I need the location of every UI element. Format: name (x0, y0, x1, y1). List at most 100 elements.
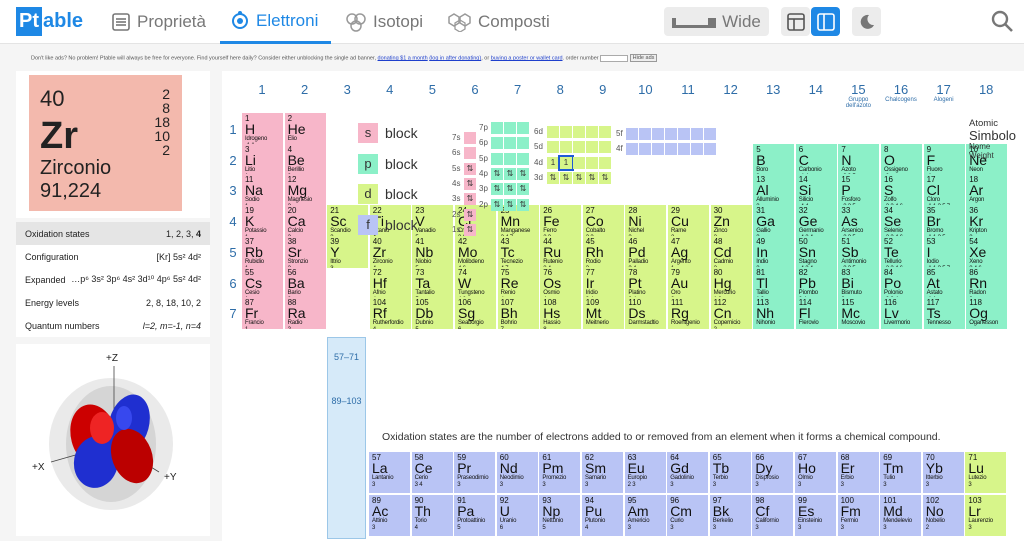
element-he[interactable]: 2 He Elio (284, 113, 326, 145)
element-xe[interactable]: 54XeXeno2 4 6 (966, 235, 1008, 268)
element-nd[interactable]: 60 Nd Neodimio 3 (496, 452, 538, 493)
element-fr[interactable]: 87FrFrancio1 (242, 297, 283, 330)
element-la[interactable]: 57 La Lantanio 3 (369, 452, 410, 493)
element-lv[interactable]: 116 Lv Livermorio (881, 297, 922, 330)
order-number-input[interactable] (600, 54, 629, 62)
element-hf[interactable]: 72HfAfnio4 (369, 266, 411, 299)
element-nh[interactable]: 113 Nh Nihonio (753, 297, 795, 330)
dark-mode-button[interactable] (852, 7, 881, 36)
element-ge[interactable]: 32GeGermanio-4 2 4 (795, 205, 837, 238)
element-k[interactable]: 19KPotassio1 (242, 205, 283, 238)
element-pa[interactable]: 91 Pa Protoattinio 5 (454, 494, 496, 536)
element-i[interactable]: 53IIodio-1 1 3 5 7 (923, 235, 965, 268)
element-c[interactable]: 6CCarbonio-4 4 (795, 143, 837, 176)
element-hs[interactable]: 108HsHassio8 (540, 297, 582, 330)
element-mo[interactable]: 42MoMolibdeno4 6 (455, 235, 496, 268)
element-eu[interactable]: 63 Eu Europio 2 3 (624, 452, 666, 493)
element-pr[interactable]: 59 Pr Praseodimio 3 (454, 452, 496, 493)
group-label[interactable]: 10 (624, 82, 666, 97)
tab-compounds[interactable]: Composti (448, 0, 558, 44)
hide-ads-button[interactable]: Hide ads (629, 54, 658, 62)
element-co[interactable]: 27CoCobalto2 3 (582, 205, 624, 238)
element-b[interactable]: 5BBoro3 (753, 143, 795, 176)
login-link[interactable]: (log in after donating) (429, 55, 481, 61)
element-tm[interactable]: 69 Tm Tulio 3 (880, 452, 922, 493)
prop-energy-levels[interactable]: Energy levels 2, 8, 18, 10, 2 (16, 291, 210, 314)
element-cm[interactable]: 96 Cm Curio 3 (667, 494, 709, 536)
element-cl[interactable]: 17ClCloro-1 1 3 5 7 (923, 174, 965, 207)
element-bk[interactable]: 97 Bk Berkelio 3 (709, 494, 751, 536)
element-th[interactable]: 90 Th Torio 4 (411, 494, 453, 536)
element-pu[interactable]: 94 Pu Plutonio 4 (582, 494, 623, 536)
element-pb[interactable]: 82PbPiombo2 4 (795, 266, 837, 299)
element-w[interactable]: 74WTungsteno4 6 (455, 266, 496, 299)
f-block-placeholder[interactable]: 57–71 89–103 (327, 337, 366, 539)
element-tc[interactable]: 43TcTecnezio4 7 (497, 235, 539, 268)
group-label[interactable]: 11 (667, 82, 709, 97)
element-ni[interactable]: 28NiNichel2 (625, 205, 667, 238)
prop-configuration[interactable]: Configuration [Kr] 5s² 4d² (16, 245, 210, 268)
element-y[interactable]: 39YIttrio3 (327, 235, 369, 268)
element-re[interactable]: 75ReRenio4 (497, 266, 539, 299)
period-label[interactable]: 4 (226, 214, 240, 229)
element-p[interactable]: 15PFosforo-3 3 5 (838, 174, 880, 207)
element-in[interactable]: 49InIndio3 (753, 235, 795, 268)
tab-isotopes[interactable]: Isotopi (345, 0, 430, 44)
element-gd[interactable]: 64 Gd Gadolinio 3 (667, 452, 709, 493)
group-label[interactable]: 9 (582, 82, 624, 97)
element-be[interactable]: 4BeBerillio2 (284, 143, 326, 176)
element-f[interactable]: 9FFluoro-1 (923, 143, 965, 176)
element-ir[interactable]: 77IrIridio3 4 (582, 266, 624, 299)
element-ho[interactable]: 67 Ho Olmio 3 (795, 452, 836, 493)
element-rn[interactable]: 86RnRadon2 (966, 266, 1008, 299)
element-er[interactable]: 68 Er Erbio 3 (837, 452, 879, 493)
element-lu[interactable]: 71 Lu Lutezio 3 (965, 452, 1007, 493)
element-ar[interactable]: 18 Ar Argon (966, 174, 1008, 207)
group-label[interactable]: 4 (369, 82, 411, 97)
search-button[interactable] (990, 9, 1014, 38)
element-si[interactable]: 14SiSilicio-4 4 (795, 174, 837, 207)
group-label[interactable]: 7 (497, 82, 539, 97)
group-label[interactable]: 14 (795, 82, 837, 97)
element-v[interactable]: 23VVanadio5 (412, 205, 454, 238)
element-cf[interactable]: 98 Cf Californio 3 (752, 494, 794, 536)
element-nb[interactable]: 41NbNiobio5 (412, 235, 454, 268)
block-legend-f[interactable]: f block (358, 214, 418, 235)
element-cu[interactable]: 29CuRame2 (668, 205, 709, 238)
block-legend-p[interactable]: p block (358, 153, 418, 174)
element-ba[interactable]: 56BaBario2 (284, 266, 326, 299)
group-label[interactable]: 3 (326, 82, 368, 97)
orbital-viewer[interactable]: +Z +X +Y (16, 344, 210, 536)
group-label[interactable]: 15 (837, 82, 879, 97)
element-am[interactable]: 95 Am Americio 3 (624, 494, 666, 536)
donate-link[interactable]: donating $1 a month (378, 55, 428, 61)
element-fl[interactable]: 114 Fl Flerovio (795, 297, 837, 330)
ptable-logo[interactable]: Pt able (16, 7, 83, 36)
group-label[interactable]: 2 (284, 82, 326, 97)
element-ac[interactable]: 89 Ac Attinio 3 (369, 494, 410, 536)
element-se[interactable]: 34SeSelenio-2 2 4 6 (881, 205, 922, 238)
element-h[interactable]: 1HIdrogeno-1 1 (242, 113, 283, 145)
element-tb[interactable]: 65 Tb Terbio 3 (709, 452, 751, 493)
element-po[interactable]: 84PoPolonio-2 2 4 (881, 266, 922, 299)
element-dy[interactable]: 66 Dy Disprosio 3 (752, 452, 794, 493)
element-mt[interactable]: 109 Mt Meitnerio (582, 297, 624, 330)
wide-layout-button[interactable]: Wide (664, 7, 769, 36)
prop-quantum-numbers[interactable]: Quantum numbers l=2, m=-1, n=4 (16, 314, 210, 337)
element-mc[interactable]: 115 Mc Moscovio (838, 297, 880, 330)
group-label[interactable]: 17 (923, 82, 965, 97)
element-os[interactable]: 76OsOsmio4 (540, 266, 582, 299)
prop-oxidation-states[interactable]: Oxidation states 1, 2, 3, 4 (16, 222, 210, 245)
element-no[interactable]: 102 No Nobelio 2 (922, 494, 964, 536)
element-bi[interactable]: 83BiBismuto3 (838, 266, 880, 299)
element-md[interactable]: 101 Md Mendelevio 3 (880, 494, 922, 536)
element-sm[interactable]: 62 Sm Samario 3 (582, 452, 623, 493)
block-legend-d[interactable]: d block (358, 184, 418, 205)
element-te[interactable]: 52TeTellurio-2 2 4 6 (881, 235, 922, 268)
element-ds[interactable]: 110 Ds Darmstadtio (625, 297, 667, 330)
element-rb[interactable]: 37RbRubidio1 (242, 235, 283, 268)
element-hg[interactable]: 80HgMercurio1 2 (710, 266, 752, 299)
element-ta[interactable]: 73TaTantalio5 (412, 266, 454, 299)
group-label[interactable]: 6 (454, 82, 496, 97)
element-sg[interactable]: 106SgSeaborgio6 (455, 297, 496, 330)
